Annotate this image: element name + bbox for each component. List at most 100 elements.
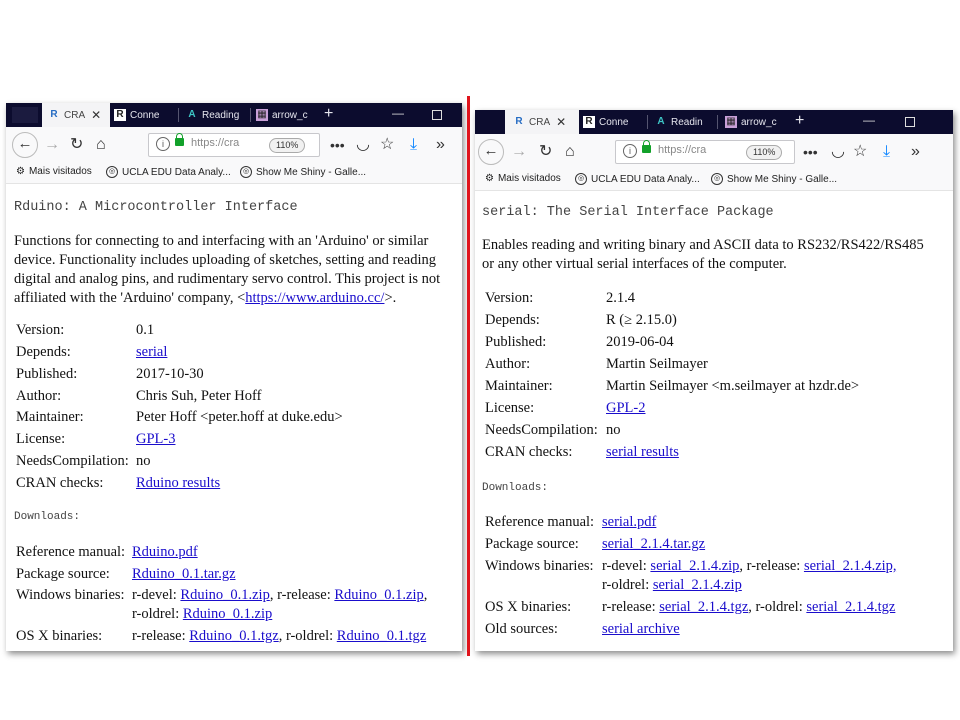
r-oldrel-label: , r-oldrel:	[748, 599, 803, 615]
bookmark-most-visited[interactable]: ⚙ Mais visitados	[485, 173, 561, 184]
download-icon[interactable]: ⤓	[883, 143, 890, 161]
tab-reading[interactable]: A Readin	[655, 110, 711, 134]
pocket-icon[interactable]: ◡	[831, 143, 845, 161]
info-icon[interactable]: i	[156, 137, 170, 151]
bookmark-label: Show Me Shiny - Galle...	[727, 173, 838, 185]
url-bar[interactable]: i https://cra 110%	[148, 133, 320, 157]
field-value-version: 2.1.4	[606, 290, 635, 306]
r-release-label: , r-release:	[269, 587, 331, 603]
overflow-menu-icon[interactable]: »	[911, 143, 920, 161]
tab-arrow[interactable]: ▦ arrow_c	[725, 110, 787, 134]
maximize-icon[interactable]	[905, 117, 915, 127]
description-line: or any other virtual serial interfaces o…	[482, 256, 787, 272]
reference-manual-link[interactable]: Rduino.pdf	[132, 544, 198, 561]
close-tab-icon[interactable]: ✕	[91, 108, 101, 122]
package-source-link[interactable]: serial_2.1.4.tar.gz	[602, 536, 705, 553]
win-devel-link[interactable]: Rduino_0.1.zip	[180, 587, 269, 603]
more-icon[interactable]: •••	[803, 143, 818, 161]
tab-connect[interactable]: R Conne	[114, 103, 172, 127]
osx-release-link[interactable]: serial_2.1.4.tgz	[659, 599, 748, 615]
minimize-icon[interactable]: —	[863, 110, 875, 134]
description-text: >.	[384, 290, 397, 306]
r-devel-label: r-devel:	[602, 558, 647, 574]
minimize-icon[interactable]: —	[392, 103, 404, 127]
field-label-needscompilation: NeedsCompilation:	[485, 422, 598, 438]
home-icon[interactable]: ⌂	[96, 136, 106, 154]
osx-oldrel-link[interactable]: serial_2.1.4.tgz	[806, 599, 895, 615]
tab-separator	[178, 108, 179, 122]
field-label-version: Version:	[485, 290, 534, 306]
back-icon[interactable]: ←	[12, 132, 38, 158]
osx-binaries-line: r-release: Rduino_0.1.tgz, r-oldrel: Rdu…	[132, 628, 426, 645]
a-logo-icon: A	[657, 116, 665, 127]
r-oldrel-label: r-oldrel:	[132, 606, 180, 622]
arduino-link[interactable]: https://www.arduino.cc/	[245, 290, 384, 306]
field-value-published: 2017-10-30	[136, 366, 204, 382]
package-description: Functions for connecting to and interfac…	[14, 232, 460, 308]
bookmark-shiny[interactable]: ◎ Show Me Shiny - Galle...	[711, 173, 837, 185]
cran-checks-link[interactable]: Rduino results	[136, 475, 220, 492]
windows-binaries-line1: r-devel: Rduino_0.1.zip, r-release: Rdui…	[132, 587, 427, 604]
field-label-maintainer: Maintainer:	[485, 378, 553, 394]
tab-separator	[250, 108, 251, 122]
reload-icon[interactable]: ↻	[539, 143, 552, 161]
bookmark-star-icon[interactable]: ☆	[380, 136, 394, 154]
field-value-depends: R (≥ 2.15.0)	[606, 312, 677, 328]
field-value-author: Martin Seilmayer	[606, 356, 708, 372]
bookmarks-toolbar: ⚙ Mais visitados ◎ UCLA EDU Data Analy... …	[475, 170, 953, 191]
url-bar[interactable]: i https://cra 110%	[615, 140, 795, 164]
page-content: serial: The Serial Interface Package Ena…	[475, 191, 953, 651]
forward-icon[interactable]: →	[44, 136, 60, 154]
tab-arrow[interactable]: ▦ arrow_c	[256, 103, 318, 127]
maximize-icon[interactable]	[432, 110, 442, 120]
depends-serial-link[interactable]: serial	[136, 344, 167, 361]
tab-cran[interactable]: R CRA ✕	[42, 103, 110, 127]
win-oldrel-link[interactable]: Rduino_0.1.zip	[183, 606, 272, 622]
field-value-needscompilation: no	[136, 453, 151, 469]
info-icon[interactable]: i	[623, 144, 637, 158]
bookmark-star-icon[interactable]: ☆	[853, 143, 867, 161]
tab-reading[interactable]: A Reading	[186, 103, 248, 127]
zoom-level[interactable]: 110%	[746, 145, 783, 160]
win-release-link[interactable]: serial_2.1.4.zip,	[804, 558, 897, 574]
win-release-link[interactable]: Rduino_0.1.zip	[334, 587, 423, 603]
reference-manual-link[interactable]: serial.pdf	[602, 514, 656, 531]
old-sources-link[interactable]: serial archive	[602, 621, 680, 638]
bookmark-shiny[interactable]: ◎ Show Me Shiny - Galle...	[240, 166, 366, 178]
more-icon[interactable]: •••	[330, 136, 345, 154]
zoom-level[interactable]: 110%	[269, 138, 306, 153]
reload-icon[interactable]: ↻	[70, 136, 83, 154]
forward-icon[interactable]: →	[511, 143, 527, 161]
new-tab-icon[interactable]: +	[324, 103, 333, 127]
overflow-menu-icon[interactable]: »	[436, 136, 445, 154]
field-value-maintainer: Peter Hoff <peter.hoff at duke.edu>	[136, 409, 343, 425]
description-line: digital and analog pins, and rudimentary…	[14, 271, 441, 287]
license-link[interactable]: GPL-2	[606, 400, 645, 417]
field-label-author: Author:	[16, 388, 62, 404]
win-devel-link[interactable]: serial_2.1.4.zip	[650, 558, 739, 574]
package-source-link[interactable]: Rduino_0.1.tar.gz	[132, 566, 236, 583]
windows-binaries-line2: r-oldrel: serial_2.1.4.zip	[602, 577, 742, 594]
home-icon[interactable]: ⌂	[565, 143, 575, 161]
osx-oldrel-link[interactable]: Rduino_0.1.tgz	[337, 628, 426, 644]
bookmark-ucla[interactable]: ◎ UCLA EDU Data Analy...	[575, 173, 700, 185]
win-oldrel-link[interactable]: serial_2.1.4.zip	[653, 577, 742, 593]
bookmark-ucla[interactable]: ◎ UCLA EDU Data Analy...	[106, 166, 231, 178]
r-release-label: r-release:	[602, 599, 656, 615]
bookmark-most-visited[interactable]: ⚙ Mais visitados	[16, 166, 92, 177]
back-icon[interactable]: ←	[478, 139, 504, 165]
field-label-author: Author:	[485, 356, 531, 372]
new-tab-icon[interactable]: +	[795, 110, 804, 134]
tab-connect[interactable]: R Conne	[583, 110, 641, 134]
downloads-heading: Downloads:	[14, 511, 81, 523]
url-text: https://cra	[191, 137, 240, 149]
close-tab-icon[interactable]: ✕	[556, 115, 566, 129]
windows-binaries-line1: r-devel: serial_2.1.4.zip, r-release: se…	[602, 558, 897, 575]
osx-release-link[interactable]: Rduino_0.1.tgz	[189, 628, 278, 644]
tab-cran[interactable]: R CRA ✕	[505, 110, 579, 134]
download-icon[interactable]: ⤓	[410, 136, 417, 154]
tab-label: Conne	[599, 116, 629, 128]
pocket-icon[interactable]: ◡	[356, 136, 370, 154]
license-link[interactable]: GPL-3	[136, 431, 175, 448]
cran-checks-link[interactable]: serial results	[606, 444, 679, 461]
